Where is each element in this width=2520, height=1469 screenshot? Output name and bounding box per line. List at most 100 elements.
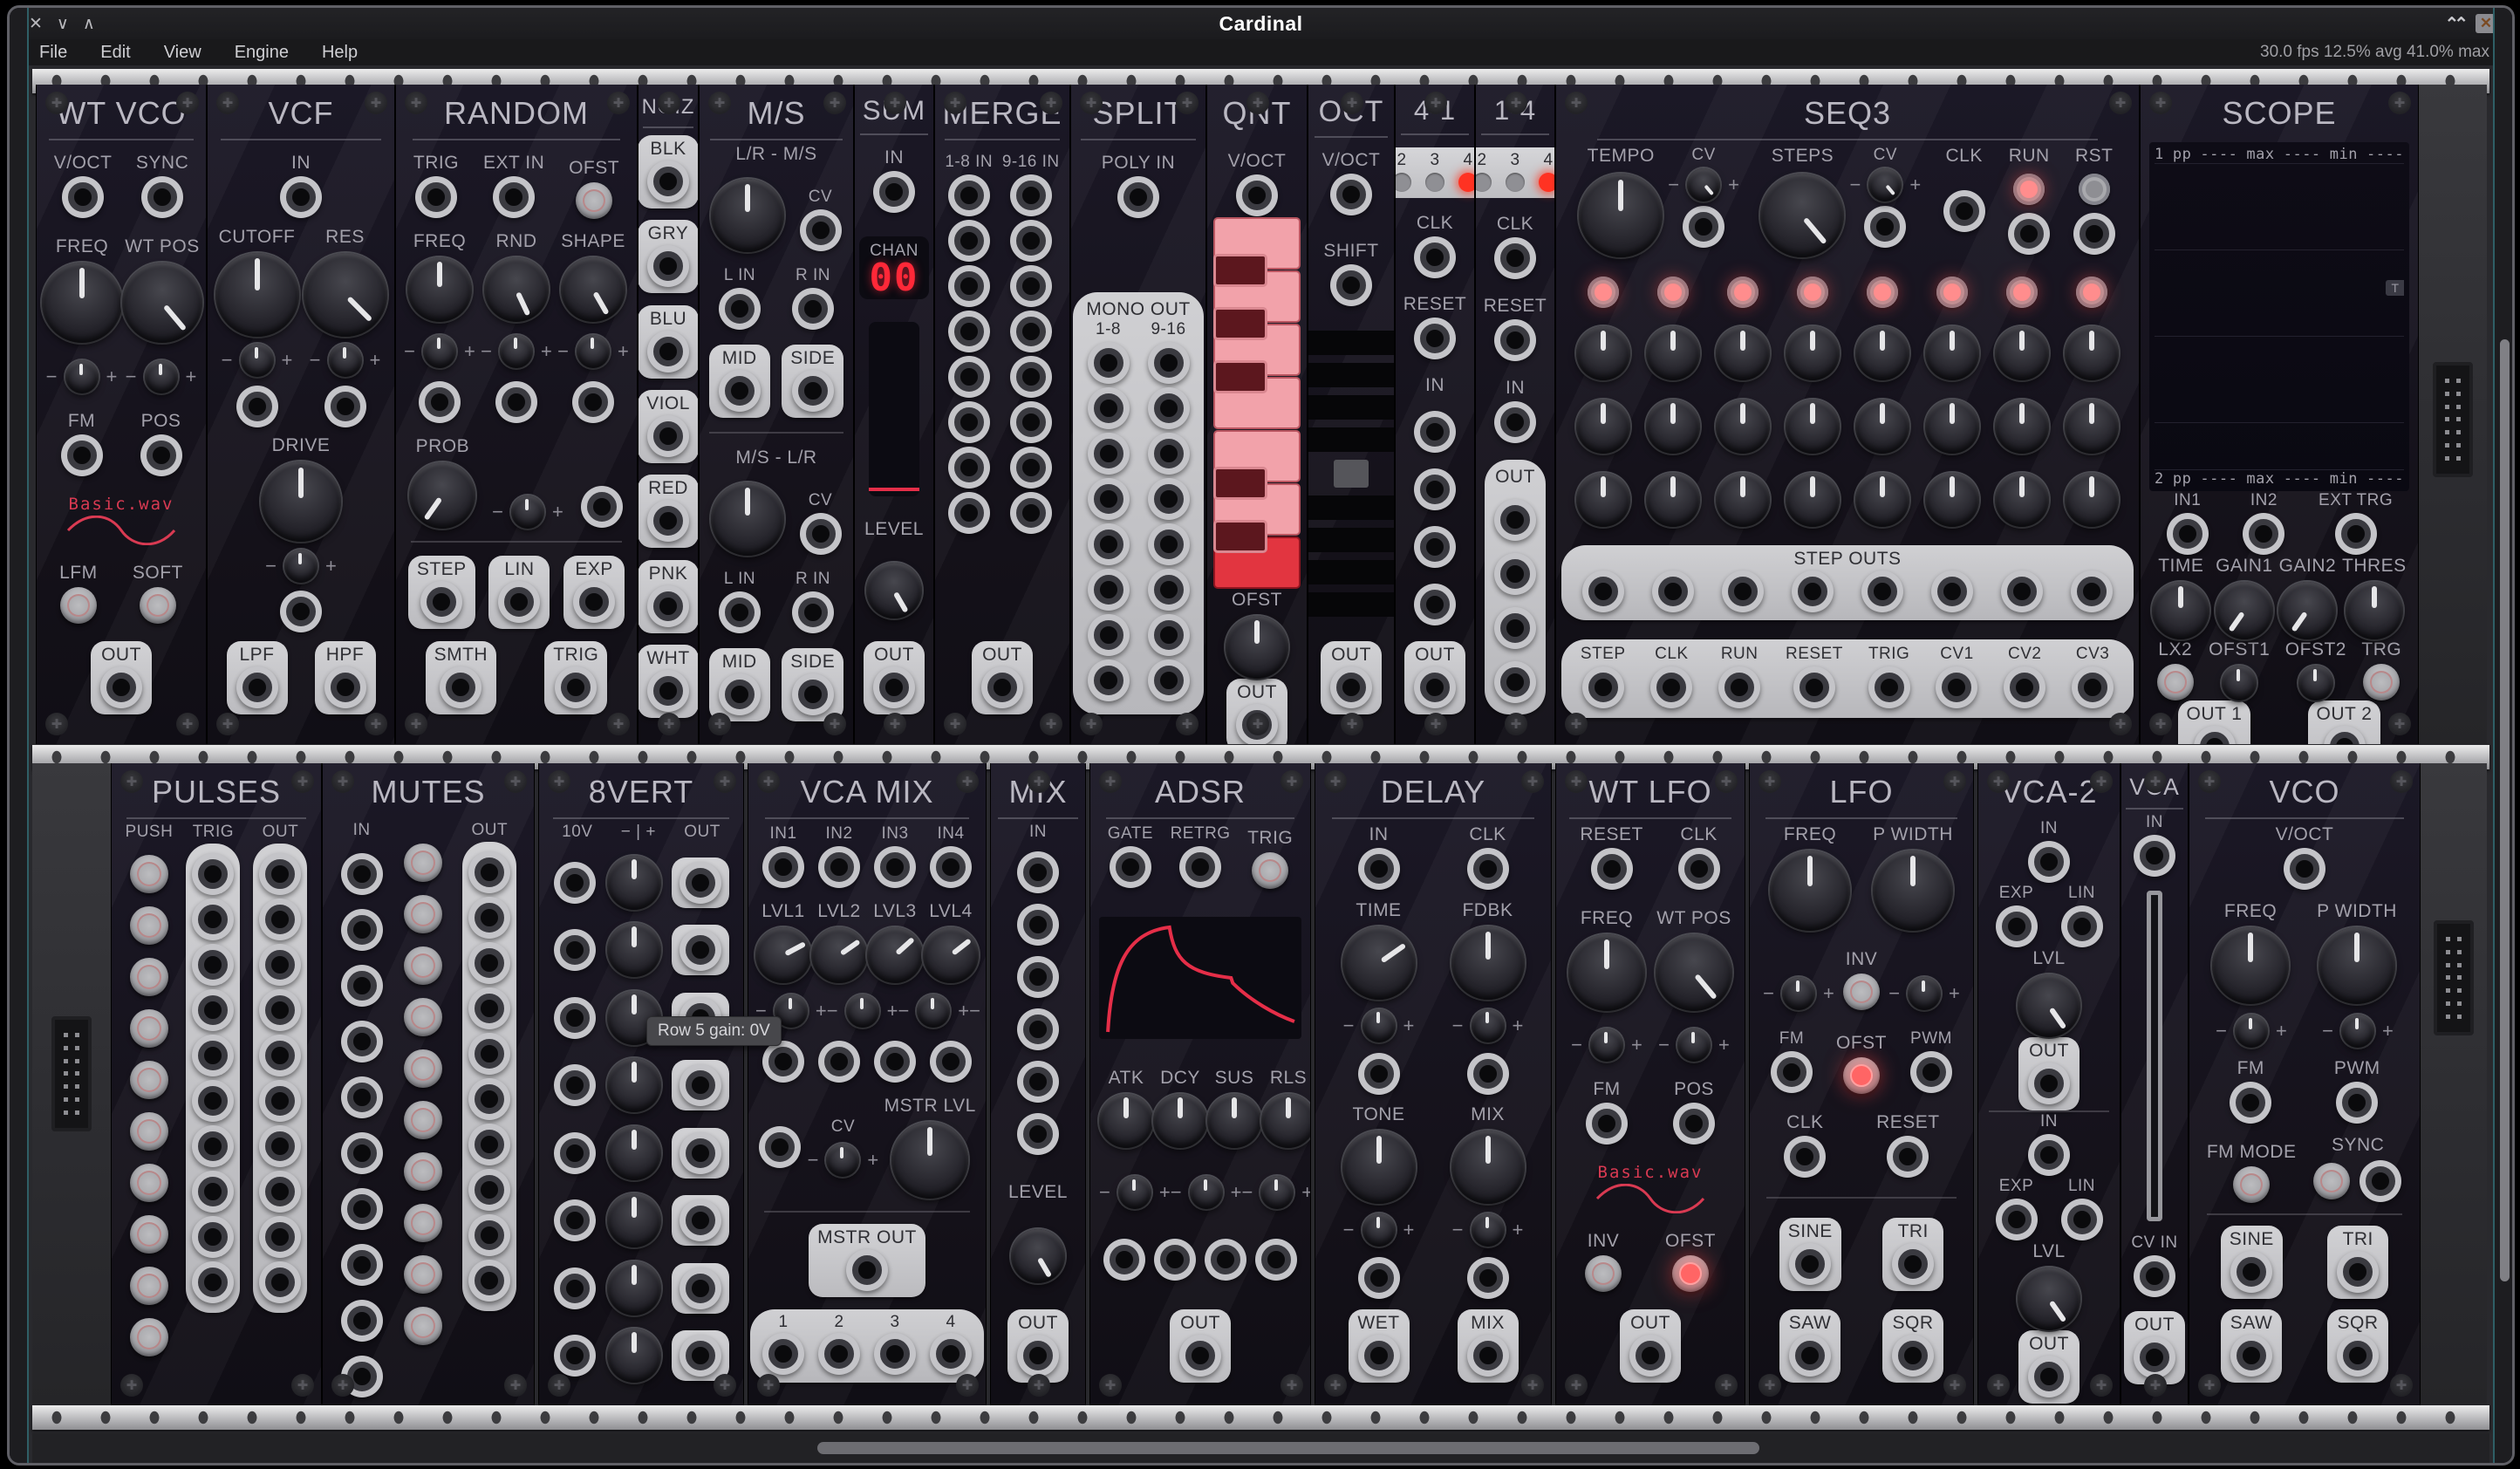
step-out-jack[interactable] — [1868, 577, 1897, 606]
knob[interactable] — [2319, 927, 2395, 1004]
knob[interactable] — [1153, 1094, 1207, 1148]
out-jack[interactable] — [1500, 667, 1530, 697]
port-jack[interactable] — [68, 182, 98, 212]
port-jack[interactable] — [265, 1041, 295, 1070]
port-jack[interactable] — [2034, 1069, 2064, 1098]
port-jack[interactable] — [798, 294, 828, 324]
port-jack[interactable] — [2249, 519, 2278, 549]
trim-knob[interactable] — [1782, 977, 1815, 1010]
octave-cell[interactable] — [1308, 363, 1395, 387]
port-jack[interactable] — [198, 995, 228, 1025]
port-jack[interactable] — [806, 519, 836, 549]
port-jack[interactable] — [2290, 854, 2319, 884]
push-button[interactable] — [130, 1267, 168, 1305]
in-jack[interactable] — [560, 1003, 590, 1033]
port-jack[interactable] — [106, 673, 136, 702]
minimize-icon[interactable]: ∨ — [57, 14, 69, 34]
close-icon[interactable]: ✕ — [29, 14, 43, 34]
port-jack[interactable] — [1636, 1341, 1665, 1370]
port-jack[interactable] — [1242, 181, 1272, 210]
port-jack[interactable] — [1123, 182, 1153, 212]
out-jack[interactable] — [686, 1274, 715, 1303]
trim-knob[interactable] — [511, 495, 544, 529]
in-jack[interactable] — [347, 859, 377, 889]
seq-knob[interactable] — [1786, 473, 1840, 527]
port-jack[interactable] — [1592, 1109, 1622, 1138]
merge-in-jack[interactable] — [1016, 317, 1046, 346]
out-jack[interactable] — [1500, 505, 1530, 535]
ofst-button[interactable] — [1843, 1057, 1880, 1094]
knob[interactable] — [891, 1122, 968, 1199]
key-black[interactable] — [1213, 254, 1267, 287]
key-black[interactable] — [1213, 467, 1267, 500]
knob[interactable] — [1873, 851, 1953, 931]
port-jack[interactable] — [1160, 1245, 1190, 1274]
port-jack[interactable] — [1185, 1341, 1215, 1370]
port-jack[interactable] — [198, 1131, 228, 1161]
in-jack[interactable] — [560, 1274, 590, 1303]
lfm-button[interactable] — [60, 587, 97, 624]
menu-file[interactable]: File — [39, 43, 67, 63]
knob[interactable] — [1342, 1131, 1416, 1204]
port-jack[interactable] — [475, 1084, 504, 1114]
port-jack[interactable] — [1336, 180, 1366, 209]
port-jack[interactable] — [265, 905, 295, 934]
port-jack[interactable] — [725, 376, 755, 406]
knob[interactable] — [2278, 582, 2336, 639]
port-jack[interactable] — [2078, 673, 2107, 702]
port-jack[interactable] — [265, 1086, 295, 1116]
trim-knob[interactable] — [846, 994, 879, 1028]
out-jack[interactable] — [1500, 559, 1530, 589]
seq-knob[interactable] — [1786, 326, 1840, 380]
port-jack[interactable] — [2002, 912, 2032, 941]
merge-in-jack[interactable] — [954, 271, 984, 301]
split-out-jack[interactable] — [1154, 484, 1184, 514]
port-jack[interactable] — [265, 995, 295, 1025]
port-jack[interactable] — [1942, 673, 1971, 702]
in-jack[interactable] — [347, 1138, 377, 1168]
port-jack[interactable] — [1473, 1263, 1503, 1293]
trim-knob[interactable] — [1687, 168, 1720, 202]
port-jack[interactable] — [880, 852, 910, 882]
in-jack[interactable] — [1023, 962, 1053, 992]
mute-button[interactable] — [404, 1255, 442, 1294]
port-jack[interactable] — [475, 994, 504, 1023]
collapse-icon[interactable]: ⌃⌃ — [2444, 13, 2463, 35]
octave-display[interactable] — [1308, 331, 1395, 617]
level-knob[interactable] — [1011, 1229, 1065, 1283]
push-button[interactable] — [130, 1215, 168, 1254]
in-jack[interactable] — [560, 935, 590, 965]
ofst-button[interactable] — [576, 182, 612, 219]
mute-button[interactable] — [404, 1152, 442, 1191]
level-knob[interactable] — [866, 563, 922, 618]
port-jack[interactable] — [2343, 1257, 2373, 1287]
knob[interactable] — [2212, 927, 2289, 1004]
port-jack[interactable] — [880, 1047, 910, 1076]
in-jack[interactable] — [347, 1194, 377, 1224]
trig-button[interactable] — [1252, 852, 1288, 889]
mute-button[interactable] — [404, 1307, 442, 1345]
mstr-cv-jack[interactable] — [765, 1132, 795, 1162]
seq-knob[interactable] — [1786, 400, 1840, 454]
step-out-jack[interactable] — [2077, 577, 2107, 606]
port-jack[interactable] — [2067, 1205, 2097, 1234]
port-jack[interactable] — [879, 673, 909, 702]
octave-cell[interactable] — [1308, 427, 1395, 452]
ofst-button[interactable] — [1672, 1255, 1709, 1292]
port-jack[interactable] — [936, 1339, 966, 1369]
knob[interactable] — [1226, 616, 1288, 679]
seq-knob[interactable] — [1855, 326, 1909, 380]
in-jack[interactable] — [347, 1306, 377, 1336]
port-jack[interactable] — [2034, 847, 2064, 877]
in-jack[interactable] — [347, 971, 377, 1001]
port-jack[interactable] — [653, 251, 683, 281]
gain-knob[interactable] — [607, 1126, 661, 1180]
merge-in-jack[interactable] — [1016, 498, 1046, 528]
soft-button[interactable] — [140, 587, 176, 624]
port-jack[interactable] — [936, 1047, 966, 1076]
trim-knob[interactable] — [423, 335, 456, 368]
tempo-knob[interactable] — [1579, 174, 1663, 257]
port-jack[interactable] — [879, 177, 909, 207]
ms-knob[interactable] — [711, 179, 784, 252]
port-jack[interactable] — [2067, 912, 2097, 941]
